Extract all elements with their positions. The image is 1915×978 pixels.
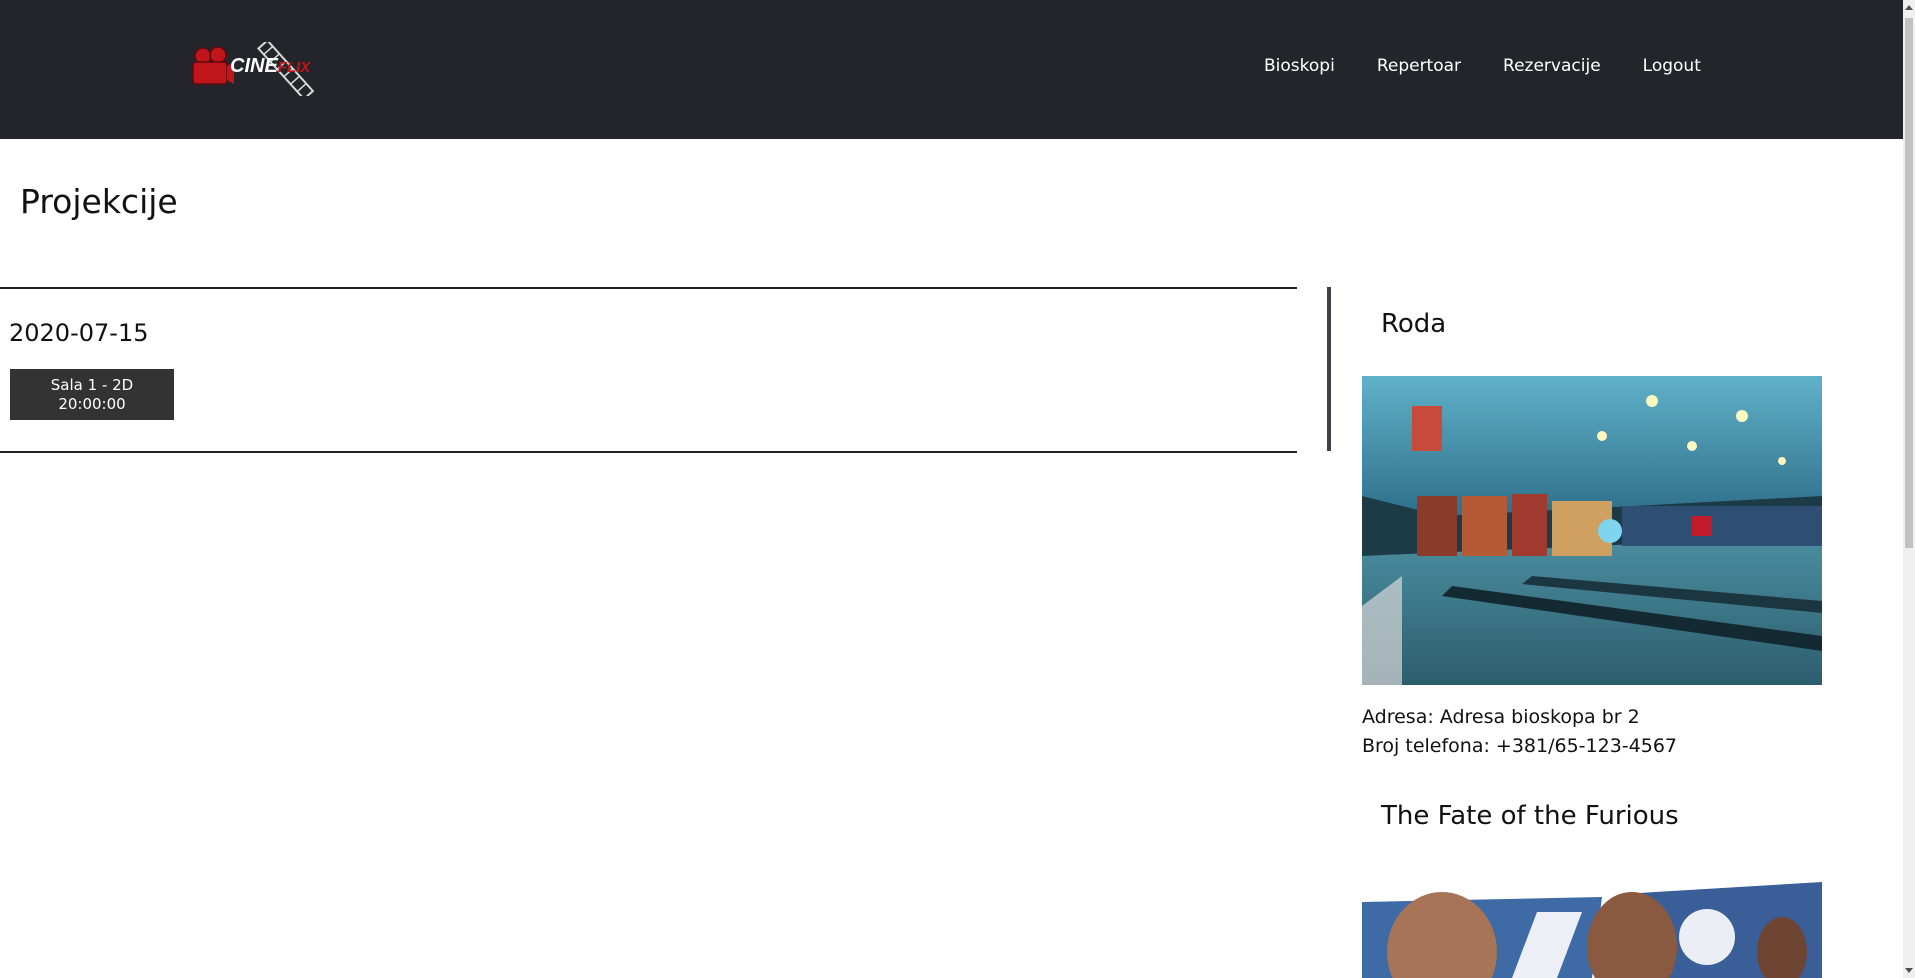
cineflix-logo[interactable]: CINEFLIX: [190, 42, 340, 96]
cinema-address: Adresa: Adresa bioskopa br 2: [1362, 706, 1640, 728]
movie-poster-image: [1362, 882, 1822, 978]
cinema-phone: Broj telefona: +381/65-123-4567: [1362, 735, 1678, 757]
nav-link-repertoar[interactable]: Repertoar: [1377, 56, 1461, 76]
projection-hall: Sala 1 - 2D: [50, 375, 134, 394]
scrollbar-thumb[interactable]: [1905, 18, 1913, 548]
sidebar-divider: [1327, 287, 1331, 451]
nav-link-bioskopi[interactable]: Bioskopi: [1264, 56, 1335, 76]
cinema-lobby-image: [1362, 376, 1822, 685]
vertical-scrollbar[interactable]: [1903, 0, 1915, 978]
scroll-up-arrow-icon[interactable]: [1905, 5, 1913, 10]
nav-link-logout[interactable]: Logout: [1643, 56, 1701, 76]
nav-link-rezervacije[interactable]: Rezervacije: [1503, 56, 1601, 76]
cinema-info: Adresa: Adresa bioskopa br 2 Broj telefo…: [1362, 703, 1677, 761]
logo-text-accent: FLIX: [277, 59, 311, 76]
page-title: Projekcije: [20, 182, 178, 221]
logo-text: CINEFLIX: [230, 55, 310, 78]
projection-slot-button[interactable]: Sala 1 - 2D 20:00:00: [10, 369, 174, 420]
projection-time: 20:00:00: [58, 394, 126, 413]
projection-date: 2020-07-15: [9, 319, 149, 347]
cinema-name: Roda: [1381, 309, 1447, 339]
logo-text-main: CINE: [230, 55, 278, 77]
projection-day-block: 2020-07-15 Sala 1 - 2D 20:00:00: [0, 287, 1297, 453]
main-nav: Bioskopi Repertoar Rezervacije Logout: [1264, 56, 1743, 76]
movie-title: The Fate of the Furious: [1381, 801, 1679, 831]
navbar: CINEFLIX Bioskopi Repertoar Rezervacije …: [0, 0, 1903, 139]
scroll-down-arrow-icon[interactable]: [1905, 968, 1913, 973]
